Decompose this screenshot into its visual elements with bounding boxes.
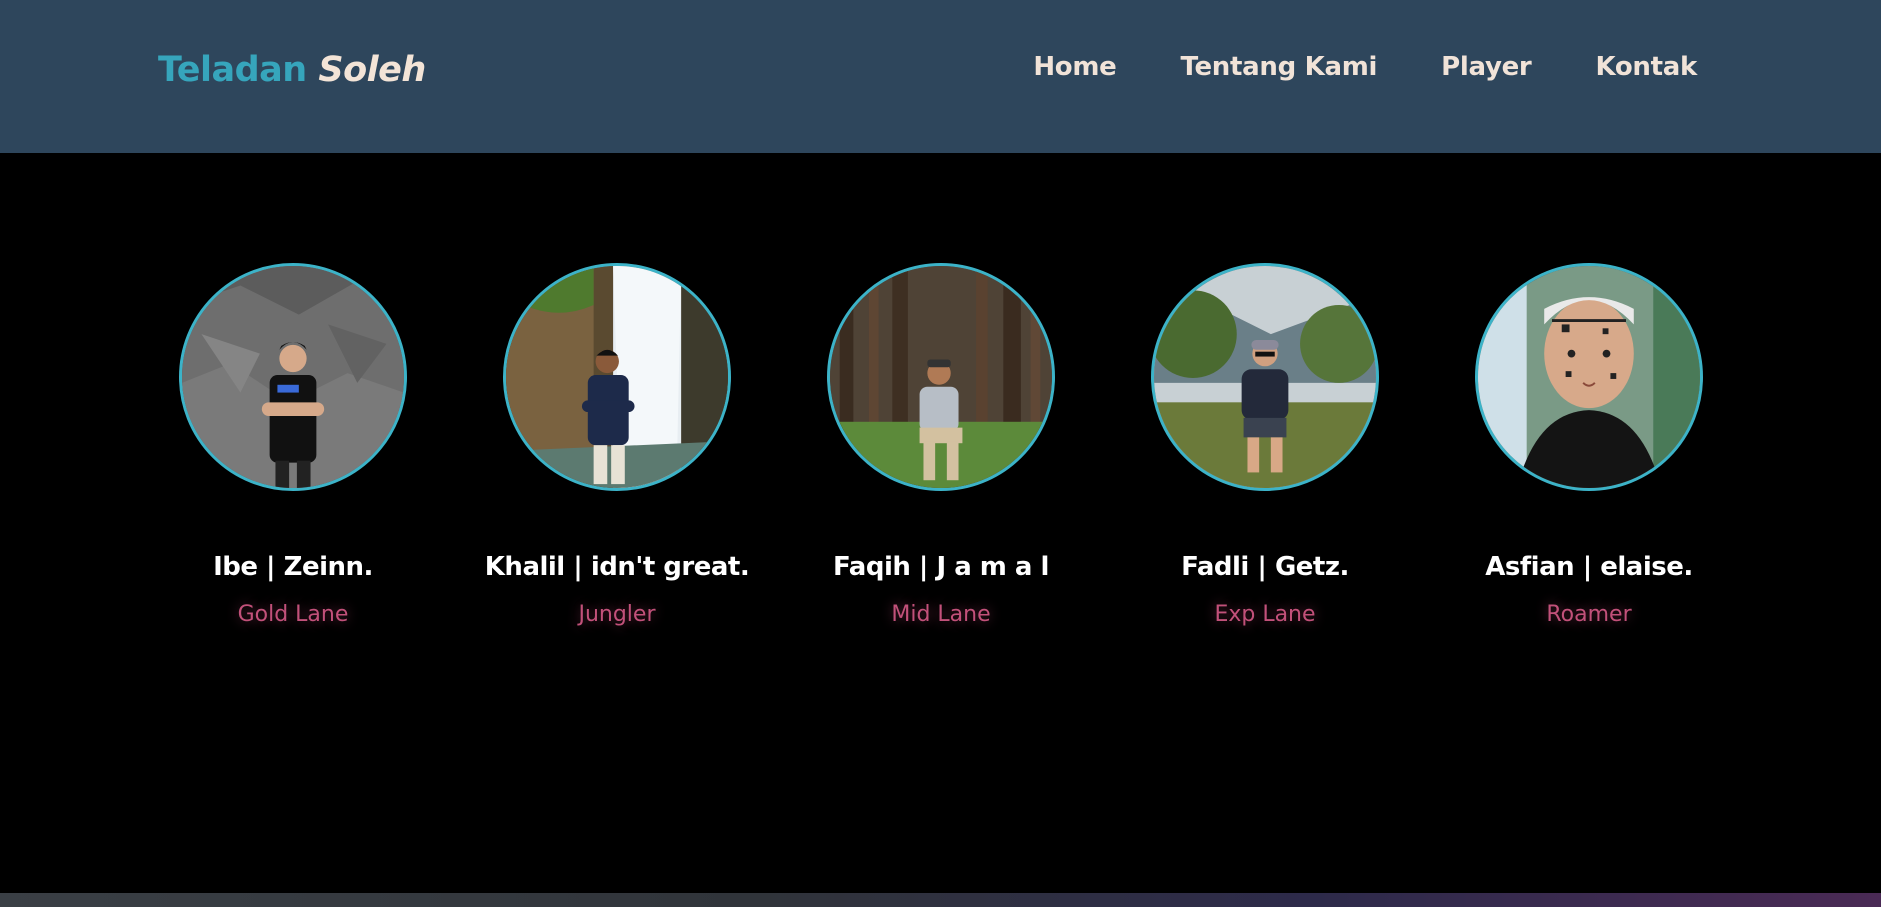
player-name: Fadli | Getz.: [1181, 552, 1349, 582]
player-card: Faqih | J a m a l Mid Lane: [791, 263, 1091, 627]
player-role: Mid Lane: [891, 602, 991, 627]
player-role: Exp Lane: [1214, 602, 1316, 627]
nav-player[interactable]: Player: [1441, 52, 1532, 82]
player-photo-pine-forest: [830, 266, 1052, 488]
player-avatar: [1151, 263, 1379, 491]
nav-tentang-kami[interactable]: Tentang Kami: [1180, 52, 1377, 82]
brand-first-word: Teladan: [158, 50, 307, 90]
player-card: Khalil | idn't great. Jungler: [467, 263, 767, 627]
player-name: Asfian | elaise.: [1485, 552, 1693, 582]
brand-logo[interactable]: Teladan Soleh: [158, 50, 426, 90]
player-photo-waterfall: [506, 266, 728, 488]
player-role: Roamer: [1546, 602, 1632, 627]
main-nav: Home Tentang Kami Player Kontak: [1033, 52, 1697, 82]
navbar: Teladan Soleh Home Tentang Kami Player K…: [0, 0, 1881, 153]
player-card: Ibe | Zeinn. Gold Lane: [143, 263, 443, 627]
nav-home[interactable]: Home: [1033, 52, 1116, 82]
player-photo-mountain-trees: [1154, 266, 1376, 488]
brand-second-word: Soleh: [318, 50, 426, 90]
player-avatar: [179, 263, 407, 491]
player-name: Ibe | Zeinn.: [213, 552, 373, 582]
player-card: Fadli | Getz. Exp Lane: [1115, 263, 1415, 627]
player-avatar: [1475, 263, 1703, 491]
player-section: Ibe | Zeinn. Gold Lane Khalil | idn't gr…: [0, 153, 1881, 893]
player-photo-selfie: [1478, 266, 1700, 488]
player-name: Khalil | idn't great.: [484, 552, 750, 582]
player-photo-rock-wall: [182, 266, 404, 488]
player-role: Gold Lane: [237, 602, 349, 627]
player-name: Faqih | J a m a l: [833, 552, 1049, 582]
player-avatar: [827, 263, 1055, 491]
window-bottom-border: [0, 893, 1881, 907]
player-role: Jungler: [578, 602, 656, 627]
player-card: Asfian | elaise. Roamer: [1439, 263, 1739, 627]
player-avatar: [503, 263, 731, 491]
nav-kontak[interactable]: Kontak: [1595, 52, 1697, 82]
